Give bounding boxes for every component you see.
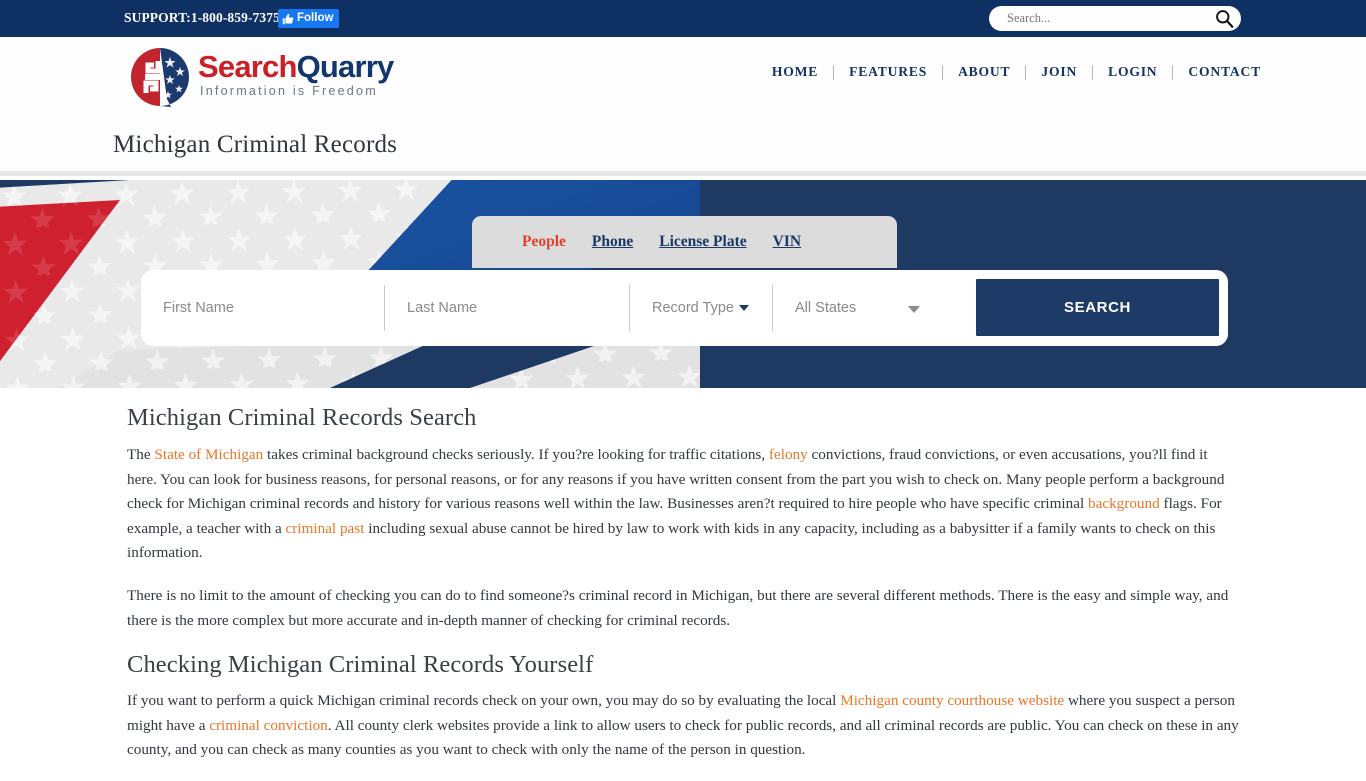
link-criminal-past[interactable]: criminal past bbox=[286, 520, 365, 537]
nav-item-about[interactable]: ABOUT bbox=[943, 64, 1025, 80]
thumbs-up-icon bbox=[282, 13, 294, 24]
site-search-input[interactable] bbox=[989, 11, 1209, 26]
search-type-tabs: People Phone License Plate VIN bbox=[472, 216, 897, 268]
link-county-courthouse-website[interactable]: Michigan county courthouse website bbox=[840, 692, 1064, 709]
site-header: SearchQuarry Information is Freedom HOME… bbox=[0, 37, 1366, 176]
state-select[interactable]: All States bbox=[772, 285, 939, 331]
tab-license-plate[interactable]: License Plate bbox=[659, 233, 746, 251]
logo-word-search: Search bbox=[198, 48, 297, 84]
search-icon[interactable] bbox=[1209, 6, 1239, 31]
logo-tagline: Information is Freedom bbox=[200, 83, 378, 98]
p1-text-2: takes criminal background checks serious… bbox=[263, 446, 769, 463]
paragraph-1: The State of Michigan takes criminal bac… bbox=[127, 443, 1239, 566]
link-background[interactable]: background bbox=[1088, 495, 1160, 512]
first-name-field[interactable] bbox=[141, 285, 384, 331]
paragraph-2: There is no limit to the amount of check… bbox=[127, 586, 1229, 629]
site-search-box[interactable] bbox=[989, 6, 1241, 31]
nav-item-home[interactable]: HOME bbox=[757, 64, 833, 80]
nav-item-features[interactable]: FEATURES bbox=[834, 64, 942, 80]
p1-text-1: The bbox=[127, 446, 155, 463]
p3-text-1: If you want to perform a quick Michigan … bbox=[127, 692, 841, 710]
search-form: Record Type All States SEARCH bbox=[141, 270, 1228, 346]
facebook-follow-button[interactable]: Follow bbox=[278, 9, 340, 28]
record-type-select[interactable]: Record Type bbox=[629, 285, 772, 331]
nav-item-contact[interactable]: CONTACT bbox=[1173, 64, 1276, 80]
logo-word-quarry: Quarry bbox=[296, 48, 395, 84]
chevron-down-icon bbox=[908, 306, 920, 313]
search-submit-button[interactable]: SEARCH bbox=[976, 279, 1219, 336]
facebook-follow-label: Follow bbox=[297, 11, 334, 24]
link-state-of-michigan[interactable]: State of Michigan bbox=[154, 446, 263, 463]
link-criminal-conviction[interactable]: criminal conviction bbox=[209, 717, 328, 734]
top-bar: SUPPORT:1-800-859-7375 Follow bbox=[0, 0, 1366, 37]
searchquarry-badge-icon bbox=[128, 45, 192, 109]
section-heading-2: Checking Michigan Criminal Records Yours… bbox=[127, 651, 594, 679]
link-felony[interactable]: felony bbox=[769, 446, 808, 463]
last-name-input[interactable] bbox=[385, 300, 629, 316]
support-phone: SUPPORT:1-800-859-7375 bbox=[124, 10, 280, 25]
nav-item-join[interactable]: JOIN bbox=[1026, 64, 1092, 80]
nav-item-login[interactable]: LOGIN bbox=[1093, 64, 1172, 80]
tab-vin[interactable]: VIN bbox=[773, 233, 801, 251]
tab-people[interactable]: People bbox=[522, 233, 566, 251]
chevron-down-icon bbox=[738, 305, 749, 311]
main-navigation: HOME FEATURES ABOUT JOIN LOGIN CONTACT bbox=[757, 64, 1276, 80]
tab-phone[interactable]: Phone bbox=[592, 233, 633, 251]
paragraph-3: If you want to perform a quick Michigan … bbox=[127, 689, 1239, 763]
site-logo[interactable]: SearchQuarry Information is Freedom bbox=[128, 44, 428, 110]
hero-section: People Phone License Plate VIN Record Ty… bbox=[0, 180, 1366, 388]
header-divider bbox=[0, 171, 1366, 176]
state-label: All States bbox=[795, 300, 857, 316]
first-name-input[interactable] bbox=[141, 300, 384, 316]
record-type-label: Record Type bbox=[652, 300, 734, 316]
page-title: Michigan Criminal Records bbox=[113, 131, 398, 158]
section-heading-1: Michigan Criminal Records Search bbox=[127, 404, 477, 431]
last-name-field[interactable] bbox=[384, 285, 629, 331]
logo-wordmark: SearchQuarry bbox=[198, 48, 395, 84]
article-content: Michigan Criminal Records Search The Sta… bbox=[0, 388, 1366, 768]
